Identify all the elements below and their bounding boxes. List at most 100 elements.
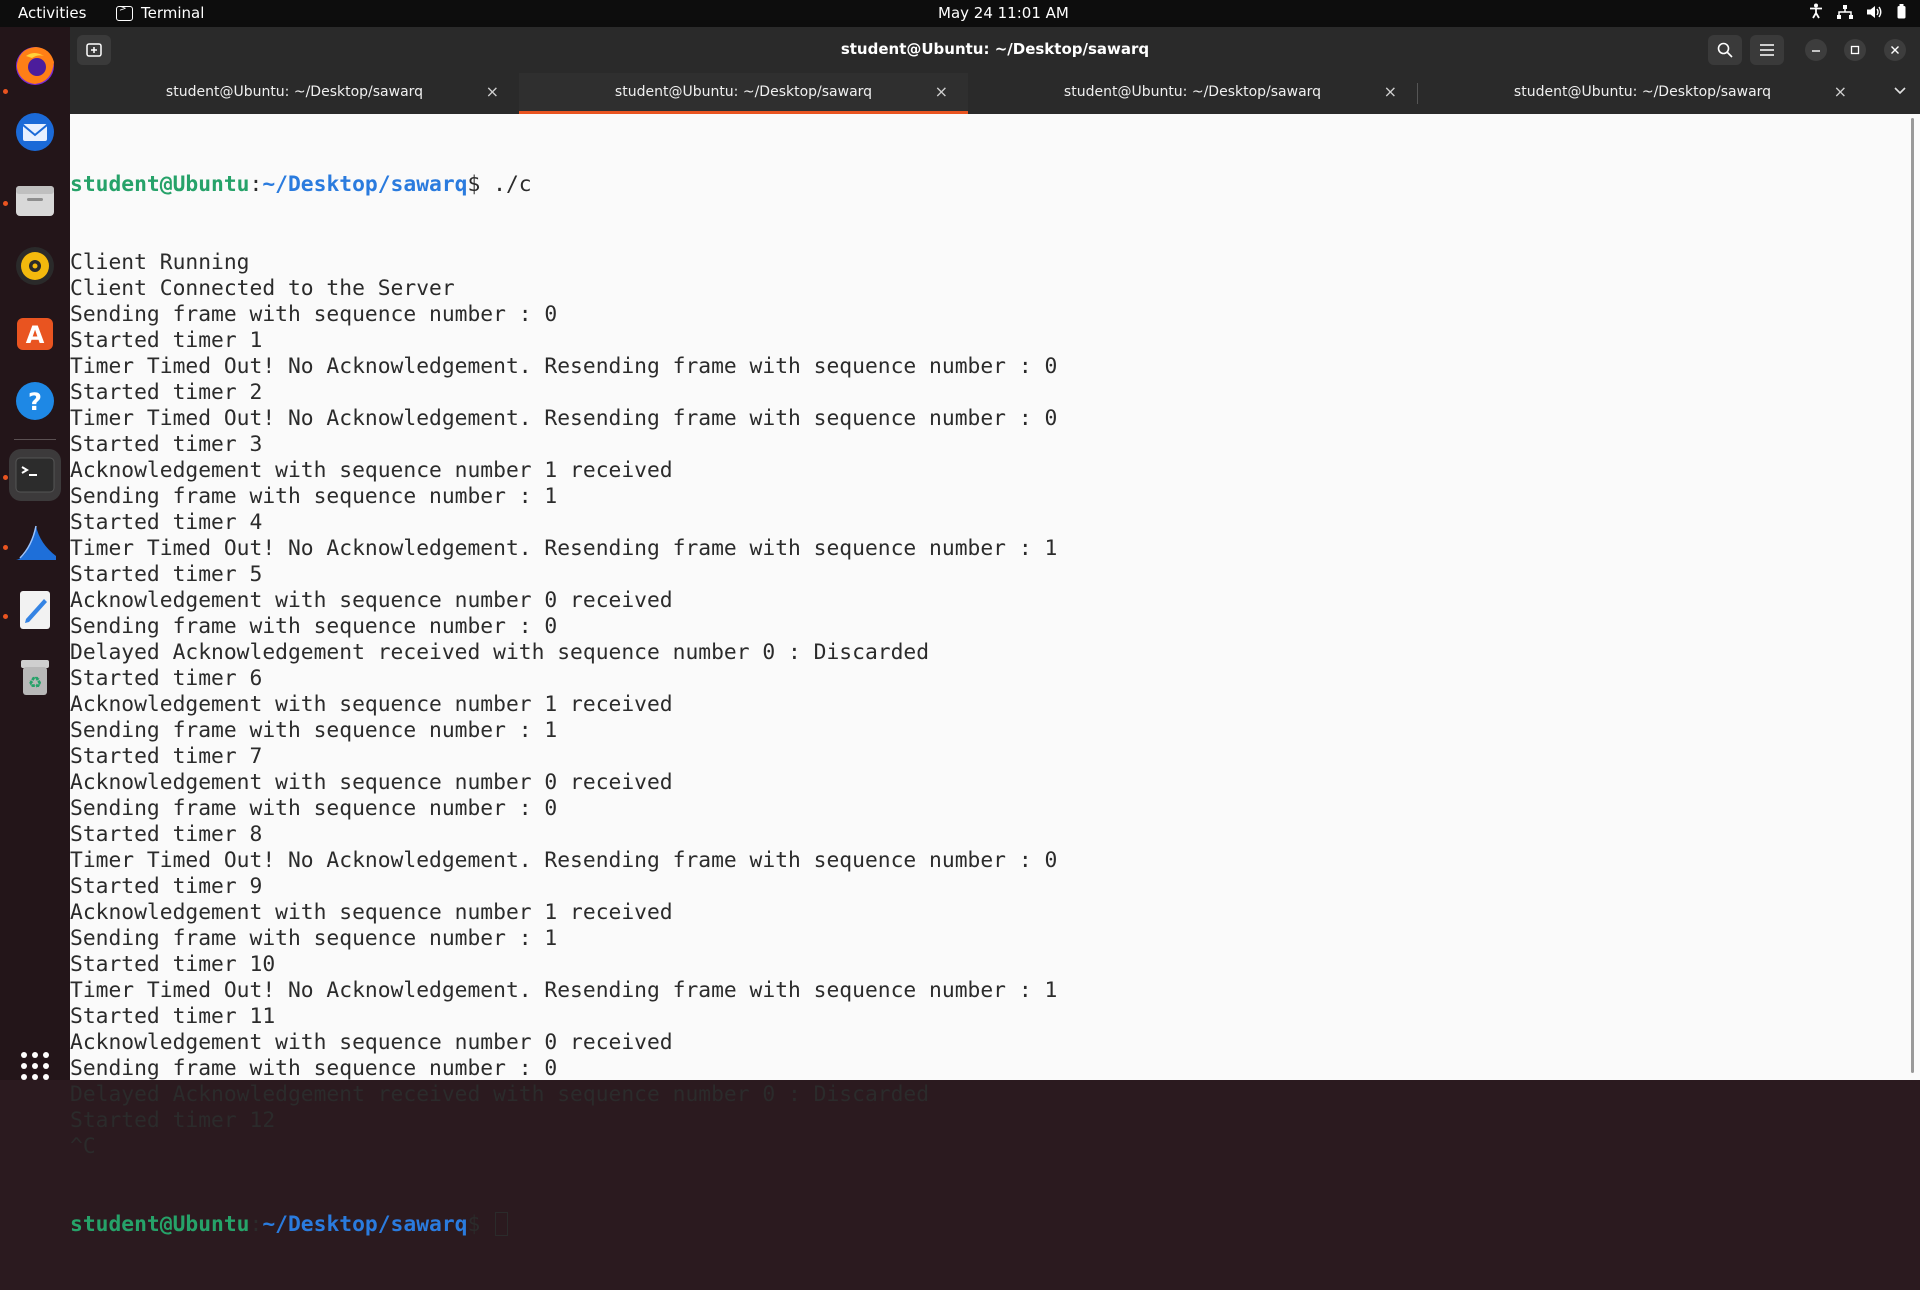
output-line: Delayed Acknowledgement received with se… [70, 640, 930, 665]
output-block: Client Running Client Connected to the Se… [70, 250, 1057, 1160]
ubuntu-software-icon[interactable]: A [9, 307, 61, 359]
output-line: Started timer 10 [70, 952, 276, 977]
battery-icon[interactable] [1897, 3, 1906, 24]
prompt-symbol: $ [467, 172, 494, 197]
tab-close-icon[interactable]: × [1834, 82, 1847, 101]
trash-icon[interactable]: ♻ [9, 651, 61, 703]
running-indicator [3, 201, 8, 206]
output-line: ^C [70, 1134, 96, 1159]
output-line: Started timer 6 [70, 666, 263, 691]
wireshark-icon[interactable] [9, 517, 61, 569]
output-line: Started timer 3 [70, 432, 263, 457]
app-menu[interactable]: Terminal [116, 4, 204, 22]
output-line: Acknowledgement with sequence number 0 r… [70, 770, 673, 795]
header-bar[interactable]: student@Ubuntu: ~/Desktop/sawarq [70, 27, 1920, 73]
prompt-path: ~/Desktop/sawarq [262, 172, 468, 197]
running-indicator [3, 614, 8, 619]
prompt-user: student@Ubuntu [70, 172, 250, 197]
running-indicator [3, 89, 8, 94]
maximize-button[interactable] [1844, 39, 1866, 61]
output-line: Sending frame with sequence number : 0 [70, 614, 558, 639]
prompt-separator: : [249, 172, 263, 197]
output-line: Sending frame with sequence number : 1 [70, 718, 558, 743]
tab-label: student@Ubuntu: ~/Desktop/sawarq [165, 84, 424, 100]
menu-button[interactable] [1750, 35, 1784, 65]
output-line: Timer Timed Out! No Acknowledgement. Res… [70, 536, 1058, 561]
tab-list-chevron-down-icon[interactable] [1894, 83, 1906, 99]
thunderbird-icon[interactable] [9, 106, 61, 158]
output-line: Started timer 2 [70, 380, 263, 405]
clock[interactable]: May 24 11:01 AM [938, 4, 1069, 22]
tab-3[interactable]: student@Ubuntu: ~/Desktop/sawarq × [968, 73, 1417, 114]
svg-text:?: ? [28, 388, 42, 416]
files-icon[interactable] [9, 174, 61, 226]
hamburger-icon [1760, 44, 1774, 56]
search-icon [1717, 42, 1733, 58]
text-cursor [495, 1212, 509, 1236]
tab-4[interactable]: student@Ubuntu: ~/Desktop/sawarq × [1418, 73, 1867, 114]
output-line: Sending frame with sequence number : 0 [70, 796, 558, 821]
terminal-icon [116, 4, 133, 21]
system-tray[interactable] [1809, 3, 1906, 24]
help-icon[interactable]: ? [9, 375, 61, 427]
running-indicator [3, 545, 8, 550]
output-line: Started timer 8 [70, 822, 263, 847]
output-line: Acknowledgement with sequence number 0 r… [70, 1030, 673, 1055]
svg-text:♻: ♻ [28, 673, 42, 692]
prompt-symbol: $ [467, 1212, 494, 1237]
dock: A ? ♻ [0, 27, 70, 1080]
tab-label: student@Ubuntu: ~/Desktop/sawarq [1063, 84, 1322, 100]
command-text: ./c [493, 172, 532, 197]
tab-1[interactable]: student@Ubuntu: ~/Desktop/sawarq × [70, 73, 519, 114]
output-line: Sending frame with sequence number : 0 [70, 302, 558, 327]
minimize-button[interactable] [1805, 39, 1827, 61]
output-line: Started timer 9 [70, 874, 263, 899]
app-menu-label: Terminal [141, 4, 205, 22]
volume-icon[interactable] [1867, 4, 1883, 24]
output-line: Timer Timed Out! No Acknowledgement. Res… [70, 848, 1058, 873]
output-line: Timer Timed Out! No Acknowledgement. Res… [70, 354, 1058, 379]
show-applications-icon[interactable] [9, 1040, 61, 1092]
running-indicator [3, 475, 8, 480]
terminal-icon[interactable] [9, 449, 61, 501]
rhythmbox-icon[interactable] [9, 240, 61, 292]
output-line: Sending frame with sequence number : 1 [70, 926, 558, 951]
tab-2[interactable]: student@Ubuntu: ~/Desktop/sawarq × [519, 73, 968, 114]
search-button[interactable] [1708, 35, 1742, 65]
accessibility-icon[interactable] [1809, 3, 1823, 24]
activities-button[interactable]: Activities [18, 4, 86, 22]
tab-close-icon[interactable]: × [486, 82, 499, 101]
window-title: student@Ubuntu: ~/Desktop/sawarq [840, 40, 1150, 58]
terminal-output[interactable]: student@Ubuntu:~/Desktop/sawarq$ ./c Cli… [70, 114, 1920, 1237]
output-line: Acknowledgement with sequence number 1 r… [70, 458, 673, 483]
output-line: Started timer 5 [70, 562, 263, 587]
output-line: Acknowledgement with sequence number 0 r… [70, 588, 673, 613]
tab-label: student@Ubuntu: ~/Desktop/sawarq [614, 84, 873, 100]
output-line: Started timer 4 [70, 510, 263, 535]
current-prompt-line[interactable]: student@Ubuntu:~/Desktop/sawarq$ [70, 1212, 1057, 1238]
tab-close-icon[interactable]: × [935, 82, 948, 101]
output-line: Started timer 11 [70, 1004, 276, 1029]
firefox-icon[interactable] [9, 39, 61, 91]
output-line: Sending frame with sequence number : 0 [70, 1056, 558, 1081]
terminal-window: student@Ubuntu: ~/Desktop/sawarq student… [70, 27, 1920, 1237]
output-line: Delayed Acknowledgement received with se… [70, 1082, 930, 1107]
output-line: Started timer 7 [70, 744, 263, 769]
network-icon[interactable] [1837, 4, 1853, 24]
output-line: Acknowledgement with sequence number 1 r… [70, 692, 673, 717]
text-editor-icon[interactable] [9, 584, 61, 636]
output-line: Started timer 1 [70, 328, 263, 353]
command-line: student@Ubuntu:~/Desktop/sawarq$ ./c [70, 172, 1057, 198]
tab-close-icon[interactable]: × [1384, 82, 1397, 101]
terminal-text: student@Ubuntu:~/Desktop/sawarq$ ./c Cli… [70, 120, 1057, 1290]
tab-bar: student@Ubuntu: ~/Desktop/sawarq × stude… [70, 73, 1920, 114]
scrollbar[interactable] [1911, 118, 1914, 1073]
close-button[interactable] [1884, 39, 1906, 61]
dock-separator [14, 439, 56, 440]
output-line: Timer Timed Out! No Acknowledgement. Res… [70, 406, 1058, 431]
prompt-user: student@Ubuntu [70, 1212, 250, 1237]
top-bar: Activities Terminal May 24 11:01 AM [0, 0, 1920, 27]
tab-label: student@Ubuntu: ~/Desktop/sawarq [1513, 84, 1772, 100]
prompt-separator: : [249, 1212, 263, 1237]
output-line: Sending frame with sequence number : 1 [70, 484, 558, 509]
